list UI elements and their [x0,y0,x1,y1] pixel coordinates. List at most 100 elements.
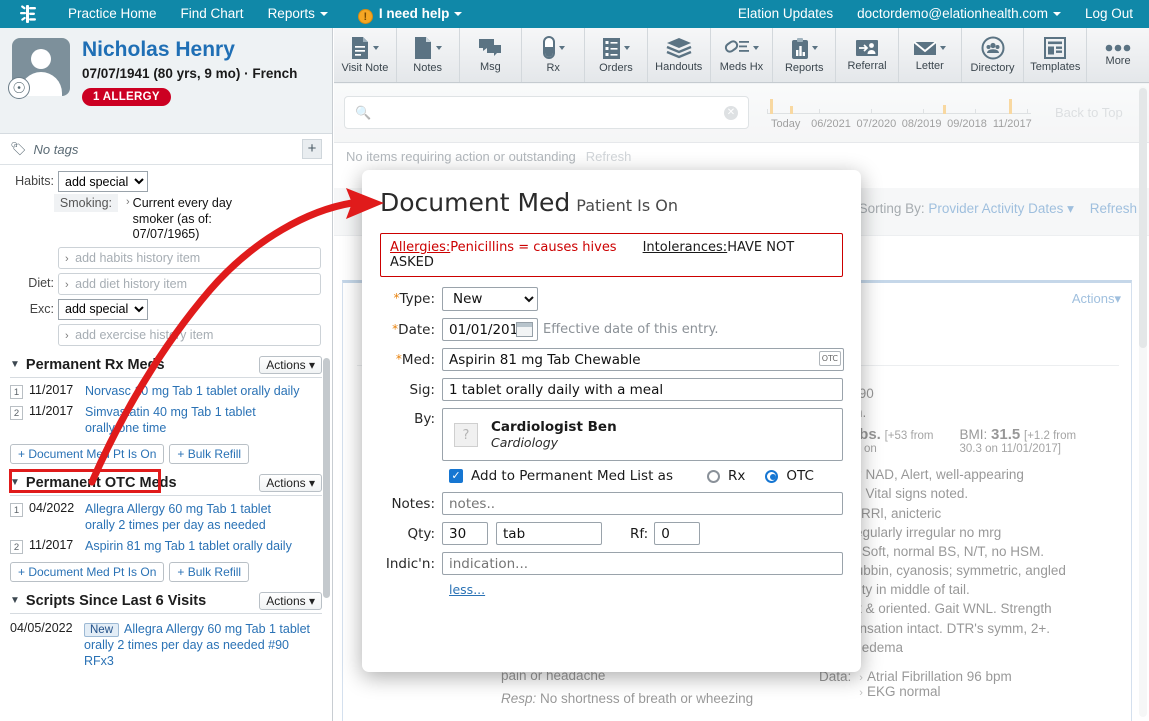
actions-label: Actions [266,476,305,490]
nav-find-chart[interactable]: Find Chart [169,0,256,28]
smoking-value-wrap[interactable]: › Current every day smoker (as of: 07/07… [126,196,245,243]
qty-field[interactable] [442,522,488,545]
data-section: Data: ›Atrial Fibrillation 96 bpm ›EKG n… [819,669,1119,699]
med-name-link[interactable]: Norvasc 10 mg Tab 1 tablet orally daily [85,383,299,399]
templates-icon [1044,37,1066,59]
diet-row: Diet: › add diet history item [10,273,322,295]
timeline-label: Today [763,118,808,130]
placeholder-image-icon: ? [454,423,478,447]
med-field[interactable] [442,348,844,371]
toolbar-letter[interactable]: Letter [899,28,962,82]
chevron-down-icon[interactable]: ▼ [10,595,20,606]
nav-log-out[interactable]: Log Out [1073,0,1149,28]
radio-otc[interactable] [765,470,778,483]
status-refresh-link[interactable]: Refresh [586,149,632,164]
allergies-banner: Allergies:Penicillins = causes hivesInto… [380,233,843,277]
med-name-link[interactable]: Allegra Allergy 60 mg Tab 1 tablet orall… [85,501,275,533]
bulk-refill-button-rx[interactable]: + Bulk Refill [169,444,249,464]
qty-label: Qty: [380,526,442,542]
indication-label: Indic'n: [380,556,442,572]
refresh-link[interactable]: Refresh [1090,201,1137,216]
chevron-down-icon[interactable]: ▼ [10,359,20,370]
timeline-axis [767,113,1031,114]
toolbar-handouts[interactable]: Handouts [648,28,711,82]
actions-button-otc[interactable]: Actions ▾ [259,474,322,492]
toolbar-label: Meds Hx [720,61,763,73]
rf-field[interactable] [654,522,700,545]
main-scrollbar-thumb[interactable] [1139,88,1147,348]
add-habits-history-input[interactable]: › add habits history item [58,247,321,269]
calendar-icon[interactable] [516,322,533,337]
toolbar-visit-note[interactable]: Visit Note [334,28,397,82]
exercise-special-select[interactable]: add special [58,299,148,320]
chart-timeline[interactable]: Today 06/2021 07/2020 08/2019 09/2018 11… [763,92,1035,134]
document-med-pt-is-on-button-otc[interactable]: + Document Med Pt Is On [10,562,164,582]
handouts-stack-icon [666,37,692,59]
exercise-add-spacer [10,324,54,327]
toolbar-notes[interactable]: Notes [397,28,460,82]
med-name-link[interactable]: Aspirin 81 mg Tab 1 tablet orally daily [85,538,292,554]
prescriber-box[interactable]: ? Cardiologist Ben Cardiology [442,408,843,461]
toolbar-rx[interactable]: Rx [522,28,585,82]
add-exercise-history-input[interactable]: › add exercise history item [58,324,321,346]
status-badge[interactable]: 1 ALLERGY [82,88,171,106]
actions-button-rx[interactable]: Actions ▾ [259,356,322,374]
qty-unit-field[interactable] [496,522,602,545]
toolbar-orders[interactable]: Orders [585,28,648,82]
timeline-tick [975,109,976,114]
document-med-pt-is-on-button-rx[interactable]: + Document Med Pt Is On [10,444,164,464]
add-to-permanent-list-checkbox[interactable]: ✓ [449,469,463,483]
toolbar-label: Referral [847,60,886,72]
elation-logo-icon[interactable] [0,3,56,25]
row-number: 2 [10,406,23,420]
type-select[interactable]: New [442,287,538,311]
toolbar-label: Msg [480,61,501,73]
status-badge-new: New [84,623,119,637]
sorting-prefix: Sorting By: [859,201,925,216]
toolbar-more[interactable]: More [1087,28,1149,82]
radio-rx[interactable] [707,470,720,483]
nav-i-need-help[interactable]: !I need help [346,0,475,28]
toolbar-referral[interactable]: Referral [836,28,899,82]
add-diet-history-input[interactable]: › add diet history item [58,273,321,295]
nav-user-account[interactable]: doctordemo@elationhealth.com [845,0,1073,28]
status-row: No items requiring action or outstanding… [334,143,1149,164]
data-item-text: EKG normal [867,684,941,699]
chevron-down-icon [436,46,442,50]
med-field-wrap: OTC [442,348,844,371]
script-date: 04/05/2022 [10,621,84,635]
clear-icon[interactable]: ✕ [724,106,738,120]
toolbar-directory[interactable]: Directory [962,28,1025,82]
search-field[interactable] [377,104,724,121]
nav-elation-updates-label: Elation Updates [738,6,833,21]
note-actions-dropdown[interactable]: Actions▾ [1072,291,1121,307]
nav-practice-home[interactable]: Practice Home [56,0,169,28]
toolbar-reports[interactable]: Reports [773,28,836,82]
bulk-refill-button-otc[interactable]: + Bulk Refill [169,562,249,582]
notes-field[interactable] [442,492,843,515]
med-name-link[interactable]: Simvastatin 40 mg Tab 1 tablet orally on… [85,404,275,436]
indication-field[interactable] [442,552,843,575]
sig-field[interactable] [442,378,843,401]
nav-reports[interactable]: Reports [256,0,340,28]
search-input[interactable]: 🔍 ✕ [344,96,749,129]
page-title[interactable]: Nicholas Henry [82,38,297,62]
toolbar-msg[interactable]: Msg [460,28,523,82]
sidebar-scrollbar[interactable] [323,358,330,598]
add-tag-button[interactable]: + [302,139,322,159]
less-toggle-link[interactable]: less... [449,582,485,597]
timeline-marker [943,105,946,114]
sorting-value-dropdown[interactable]: Provider Activity Dates [928,201,1063,216]
avatar[interactable]: ☉ [12,38,70,96]
toolbar-meds-hx[interactable]: Meds Hx [711,28,774,82]
toolbar-label: More [1106,55,1131,67]
nav-elation-updates[interactable]: Elation Updates [726,0,845,28]
chevron-down-icon [940,46,946,50]
document-med-modal: Document MedPatient Is On Allergies:Peni… [362,170,861,672]
chevron-right-icon: › [859,687,863,699]
actions-button-scripts[interactable]: Actions ▾ [259,592,322,610]
chevron-down-icon [373,46,379,50]
back-to-top-link[interactable]: Back to Top [1055,105,1123,120]
habits-special-select[interactable]: add special [58,171,148,192]
toolbar-templates[interactable]: Templates [1024,28,1087,82]
